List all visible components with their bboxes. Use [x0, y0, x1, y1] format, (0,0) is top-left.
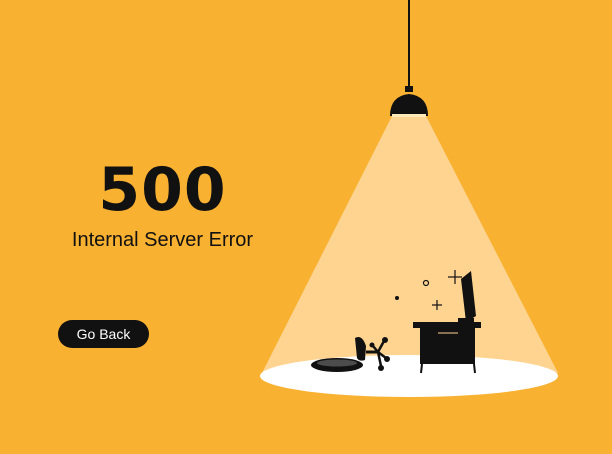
- floor-spotlight: [260, 355, 558, 397]
- dust-dot: [395, 296, 399, 300]
- error-page: 500 Internal Server Error Go Back: [0, 0, 612, 454]
- ceiling-lamp-icon: [390, 0, 428, 117]
- go-back-button[interactable]: Go Back: [58, 320, 149, 348]
- error-message: Internal Server Error: [71, 229, 254, 251]
- error-code: 500: [98, 155, 227, 225]
- light-beam: [262, 116, 558, 373]
